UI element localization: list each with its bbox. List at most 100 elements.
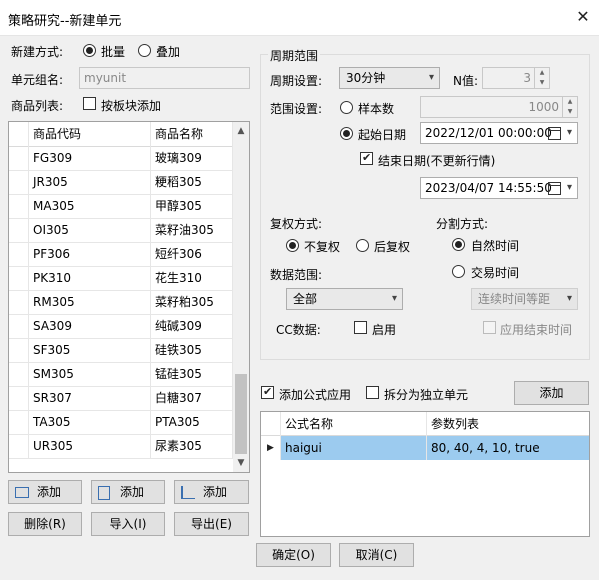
adjust-none-label[interactable]: 不复权 xyxy=(304,238,340,255)
adjust-back-label[interactable]: 后复权 xyxy=(374,238,410,255)
product-code-cell[interactable]: MA305 xyxy=(29,194,151,218)
add-button-3[interactable]: 添加 xyxy=(174,480,249,504)
add-formula-label[interactable]: 添加公式应用 xyxy=(279,386,351,403)
table-row[interactable]: ▶ haigui 80, 40, 4, 10, true xyxy=(261,436,589,460)
product-name-cell[interactable]: 粳稻305 xyxy=(151,170,233,194)
by-sector-label[interactable]: 按板块添加 xyxy=(101,97,161,114)
start-date-label[interactable]: 起始日期 xyxy=(358,126,406,143)
product-name-cell[interactable]: 硅铁305 xyxy=(151,338,233,362)
calendar-icon[interactable] xyxy=(548,182,561,195)
end-date-picker[interactable]: 2023/04/07 14:55:50 ▾ xyxy=(420,177,578,199)
split-independent-checkbox[interactable] xyxy=(366,386,379,399)
table-row[interactable]: TA305 PTA305 xyxy=(9,410,233,435)
product-code-cell[interactable]: RM305 xyxy=(29,290,151,314)
product-name-cell[interactable]: 菜籽油305 xyxy=(151,218,233,242)
table-row[interactable]: OI305 菜籽油305 xyxy=(9,218,233,243)
product-name-cell[interactable]: 纯碱309 xyxy=(151,314,233,338)
product-name-cell[interactable]: 锰硅305 xyxy=(151,362,233,386)
table-row[interactable]: PK310 花生310 xyxy=(9,266,233,291)
apply-end-time-label[interactable]: 应用结束时间 xyxy=(500,321,572,338)
split-natural-label[interactable]: 自然时间 xyxy=(471,237,519,254)
product-code-cell[interactable]: SM305 xyxy=(29,362,151,386)
period-select[interactable]: 30分钟 ▾ xyxy=(339,67,440,89)
adjust-back-radio[interactable] xyxy=(356,239,369,252)
spin-down-icon[interactable]: ▼ xyxy=(534,78,549,88)
split-natural-radio[interactable] xyxy=(452,238,465,251)
product-code-cell[interactable]: UR305 xyxy=(29,434,151,458)
header-param-list[interactable]: 参数列表 xyxy=(427,412,589,436)
mode-overlay-label[interactable]: 叠加 xyxy=(156,43,180,60)
mode-batch-radio[interactable] xyxy=(83,44,96,57)
close-icon[interactable]: ✕ xyxy=(572,6,594,28)
cc-enable-label[interactable]: 启用 xyxy=(372,321,396,338)
end-date-label[interactable]: 结束日期(不更新行情) xyxy=(378,152,495,169)
formula-add-button[interactable]: 添加 xyxy=(514,381,589,405)
ok-button[interactable]: 确定(O) xyxy=(256,543,331,567)
table-row[interactable]: SF305 硅铁305 xyxy=(9,338,233,363)
product-code-cell[interactable]: SF305 xyxy=(29,338,151,362)
mode-overlay-radio[interactable] xyxy=(138,44,151,57)
mode-batch-label[interactable]: 批量 xyxy=(101,43,125,60)
import-button[interactable]: 导入(I) xyxy=(91,512,165,536)
sample-count-input[interactable]: 1000 ▲ ▼ xyxy=(420,96,578,118)
product-code-cell[interactable]: SR307 xyxy=(29,386,151,410)
table-row[interactable]: SR307 白糖307 xyxy=(9,386,233,411)
spin-down-icon[interactable]: ▼ xyxy=(562,107,577,117)
add-button-2[interactable]: 添加 xyxy=(91,480,165,504)
table-row[interactable]: RM305 菜籽粕305 xyxy=(9,290,233,315)
header-name[interactable]: 商品名称 xyxy=(151,122,233,146)
spin-up-icon[interactable]: ▲ xyxy=(534,68,549,78)
calendar-icon[interactable] xyxy=(548,127,561,140)
formula-name-cell[interactable]: haigui xyxy=(281,436,427,460)
scroll-thumb[interactable] xyxy=(235,374,247,454)
product-name-cell[interactable]: PTA305 xyxy=(151,410,233,434)
product-code-cell[interactable]: SA309 xyxy=(29,314,151,338)
table-row[interactable]: FG309 玻璃309 xyxy=(9,146,233,171)
product-code-cell[interactable]: OI305 xyxy=(29,218,151,242)
product-code-cell[interactable]: TA305 xyxy=(29,410,151,434)
spin-up-icon[interactable]: ▲ xyxy=(562,97,577,107)
sample-count-label[interactable]: 样本数 xyxy=(358,100,394,117)
param-list-cell[interactable]: 80, 40, 4, 10, true xyxy=(427,436,589,460)
header-formula-name[interactable]: 公式名称 xyxy=(281,412,427,436)
table-row[interactable]: PF306 短纤306 xyxy=(9,242,233,267)
sample-count-radio[interactable] xyxy=(340,101,353,114)
cc-enable-checkbox[interactable] xyxy=(354,321,367,334)
table-row[interactable]: SA309 纯碱309 xyxy=(9,314,233,339)
table-scrollbar[interactable]: ▲ ▼ xyxy=(233,122,249,472)
unit-group-input[interactable]: myunit xyxy=(79,67,250,89)
scroll-up-icon[interactable]: ▲ xyxy=(233,122,249,140)
product-code-cell[interactable]: PF306 xyxy=(29,242,151,266)
delete-button[interactable]: 删除(R) xyxy=(8,512,82,536)
table-row[interactable]: MA305 甲醇305 xyxy=(9,194,233,219)
add-formula-checkbox[interactable] xyxy=(261,385,274,399)
data-range-select[interactable]: 全部 ▾ xyxy=(286,288,403,310)
start-date-radio[interactable] xyxy=(340,127,353,140)
product-name-cell[interactable]: 花生310 xyxy=(151,266,233,290)
trade-time-select[interactable]: 连续时间等距 ▾ xyxy=(471,288,578,310)
table-row[interactable]: SM305 锰硅305 xyxy=(9,362,233,387)
table-row[interactable]: UR305 尿素305 xyxy=(9,434,233,459)
header-code[interactable]: 商品代码 xyxy=(29,122,151,146)
product-name-cell[interactable]: 白糖307 xyxy=(151,386,233,410)
product-code-cell[interactable]: FG309 xyxy=(29,146,151,170)
split-trade-radio[interactable] xyxy=(452,265,465,278)
cancel-button[interactable]: 取消(C) xyxy=(339,543,414,567)
end-date-checkbox[interactable] xyxy=(360,151,373,165)
start-date-picker[interactable]: 2022/12/01 00:00:00 ▾ xyxy=(420,122,578,144)
product-name-cell[interactable]: 尿素305 xyxy=(151,434,233,458)
n-value-input[interactable]: 3 ▲ ▼ xyxy=(482,67,550,89)
export-button[interactable]: 导出(E) xyxy=(174,512,249,536)
product-name-cell[interactable]: 甲醇305 xyxy=(151,194,233,218)
product-name-cell[interactable]: 短纤306 xyxy=(151,242,233,266)
scroll-down-icon[interactable]: ▼ xyxy=(233,454,249,472)
apply-end-time-checkbox[interactable] xyxy=(483,321,496,334)
chevron-down-icon[interactable]: ▾ xyxy=(567,178,572,198)
product-name-cell[interactable]: 玻璃309 xyxy=(151,146,233,170)
add-button-1[interactable]: 添加 xyxy=(8,480,82,504)
adjust-none-radio[interactable] xyxy=(286,239,299,252)
product-name-cell[interactable]: 菜籽粕305 xyxy=(151,290,233,314)
by-sector-checkbox[interactable] xyxy=(83,97,96,110)
product-code-cell[interactable]: PK310 xyxy=(29,266,151,290)
chevron-down-icon[interactable]: ▾ xyxy=(567,123,572,143)
